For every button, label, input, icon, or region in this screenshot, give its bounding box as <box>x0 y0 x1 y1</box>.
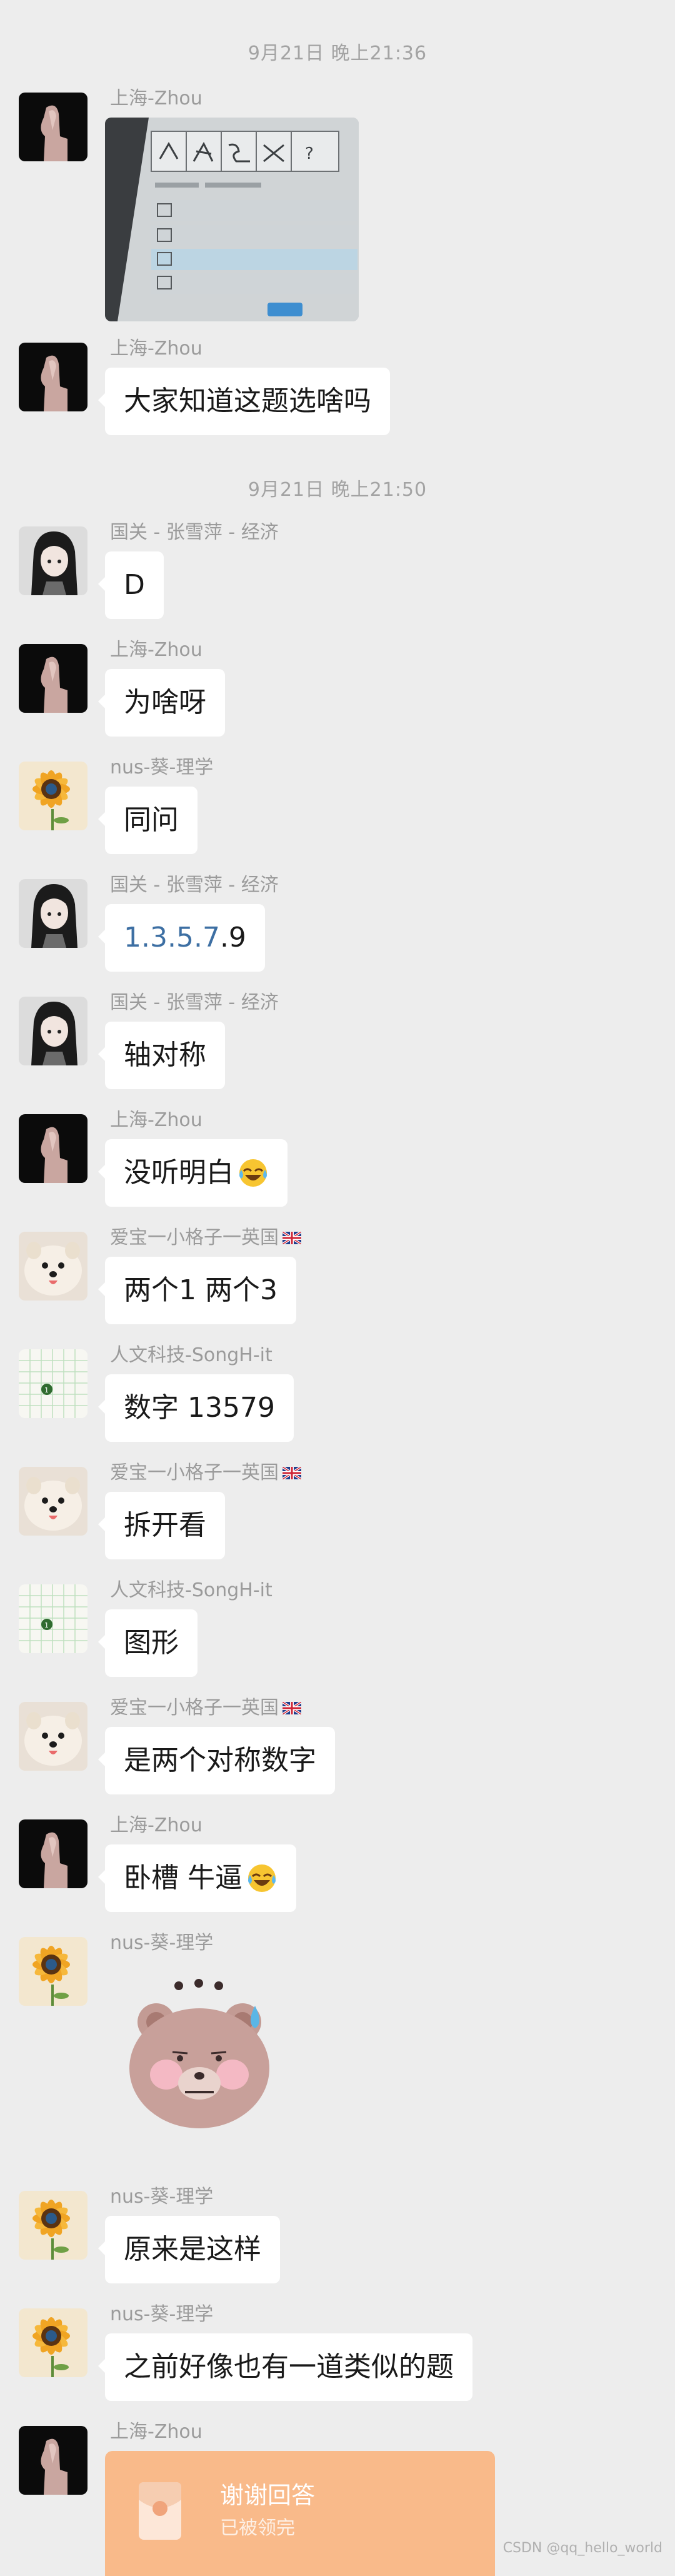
sender-name: 上海-Zhou <box>110 639 202 661</box>
avatar[interactable] <box>19 2426 88 2495</box>
sender-name: 上海-Zhou <box>110 1814 202 1836</box>
sender-name: 上海-Zhou <box>110 2421 202 2443</box>
avatar[interactable] <box>19 2191 88 2260</box>
message-text: 之前好像也有一道类似的题 <box>124 2351 454 2383</box>
message-text: .9 <box>219 922 246 953</box>
message-bubble[interactable]: D <box>98 551 164 619</box>
sender-name: 上海-Zhou <box>110 338 202 360</box>
red-packet-card[interactable]: 谢谢回答 已被领完 <box>105 2451 495 2576</box>
svg-text:1: 1 <box>44 1386 49 1394</box>
avatar[interactable] <box>19 1467 88 1536</box>
message-text: 数字 13579 <box>124 1392 275 1424</box>
avatar[interactable] <box>19 1232 88 1301</box>
message-bubble[interactable]: 为啥呀 <box>98 669 225 737</box>
message-text: 同问 <box>124 804 179 836</box>
message-bubble[interactable]: 图形 <box>98 1609 198 1677</box>
avatar[interactable] <box>19 343 88 411</box>
message-bubble[interactable]: 原来是这样 <box>98 2216 280 2283</box>
avatar[interactable] <box>19 526 88 595</box>
message-bubble[interactable]: 是两个对称数字 <box>98 1727 335 1794</box>
red-packet-title: 谢谢回答 <box>220 2482 316 2509</box>
message-text: 图形 <box>124 1627 179 1659</box>
message-bubble[interactable]: 数字 13579 <box>98 1374 294 1442</box>
sender-name: 爱宝一小格子一英国 <box>110 1225 302 1251</box>
avatar[interactable] <box>19 1937 88 2006</box>
message-bubble[interactable]: 卧槽 牛逼 <box>98 1844 296 1912</box>
avatar[interactable] <box>19 1114 88 1183</box>
message-text: 原来是这样 <box>124 2233 261 2265</box>
timestamp-divider: 9月21日 晚上21:36 <box>248 43 428 64</box>
avatar[interactable] <box>19 879 88 948</box>
sender-name: 国关 - 张雪萍 - 经济 <box>110 992 279 1014</box>
message-text: 拆开看 <box>124 1509 206 1541</box>
message-bubble[interactable]: 没听明白 <box>98 1139 288 1207</box>
sender-name: nus-葵-理学 <box>110 2303 214 2325</box>
svg-text:1: 1 <box>44 1621 49 1629</box>
sender-name: 人文科技-SongH-it <box>110 1579 272 1601</box>
sender-name: nus-葵-理学 <box>110 2186 214 2208</box>
message-text: 两个1 两个3 <box>124 1274 278 1306</box>
watermark: CSDN @qq_hello_world <box>502 2540 662 2556</box>
sender-name: nus-葵-理学 <box>110 1932 214 1954</box>
avatar[interactable] <box>19 997 88 1065</box>
message-bubble[interactable]: 同问 <box>98 787 198 854</box>
photo-message[interactable]: ? <box>105 118 359 321</box>
message-bubble[interactable]: 1.3.5.7.9 <box>98 904 265 972</box>
sender-name: 国关 - 张雪萍 - 经济 <box>110 874 279 896</box>
message-text: 没听明白 <box>124 1157 234 1189</box>
avatar[interactable]: 1 <box>19 1584 88 1653</box>
avatar[interactable] <box>19 762 88 830</box>
sender-name: 人文科技-SongH-it <box>110 1344 272 1366</box>
red-packet-icon <box>138 2481 182 2543</box>
laugh-cry-emoji-icon <box>238 1157 269 1189</box>
uk-flag-icon <box>281 1696 302 1721</box>
svg-text:?: ? <box>305 144 314 163</box>
avatar[interactable] <box>19 644 88 713</box>
red-packet-status: 已被领完 <box>220 2517 295 2539</box>
chat-view: 9月21日 晚上21:36 上海-Zhou ? 上海-Zhou 大家知道这题选啥… <box>0 0 675 2576</box>
sender-name: 上海-Zhou <box>110 88 202 109</box>
uk-flag-icon <box>281 1461 302 1486</box>
bear-sweat-sticker[interactable] <box>110 1962 298 2150</box>
avatar[interactable] <box>19 2308 88 2377</box>
message-bubble[interactable]: 拆开看 <box>98 1492 225 1559</box>
message-text: 大家知道这题选啥吗 <box>124 385 371 417</box>
uk-flag-icon <box>281 1226 302 1251</box>
message-bubble[interactable]: 大家知道这题选啥吗 <box>98 368 390 435</box>
message-text: 轴对称 <box>124 1039 206 1071</box>
avatar[interactable] <box>19 1819 88 1888</box>
sender-name: 国关 - 张雪萍 - 经济 <box>110 521 279 543</box>
sender-name: 上海-Zhou <box>110 1109 202 1131</box>
message-bubble[interactable]: 轴对称 <box>98 1022 225 1089</box>
message-text: 是两个对称数字 <box>124 1744 316 1776</box>
message-text: 为啥呀 <box>124 687 206 718</box>
sender-name: 爱宝一小格子一英国 <box>110 1461 302 1486</box>
message-bubble[interactable]: 之前好像也有一道类似的题 <box>98 2333 472 2401</box>
message-text: D <box>124 569 145 601</box>
message-bubble[interactable]: 两个1 两个3 <box>98 1257 296 1324</box>
message-link-text[interactable]: 1.3.5.7 <box>124 904 220 972</box>
timestamp-divider: 9月21日 晚上21:50 <box>248 479 428 501</box>
sender-name: 爱宝一小格子一英国 <box>110 1696 302 1721</box>
avatar[interactable] <box>19 1702 88 1771</box>
sender-name: nus-葵-理学 <box>110 757 214 778</box>
message-text: 卧槽 牛逼 <box>124 1862 242 1894</box>
laugh-cry-emoji-icon <box>246 1863 278 1894</box>
avatar[interactable] <box>19 93 88 161</box>
avatar[interactable]: 1 <box>19 1349 88 1418</box>
